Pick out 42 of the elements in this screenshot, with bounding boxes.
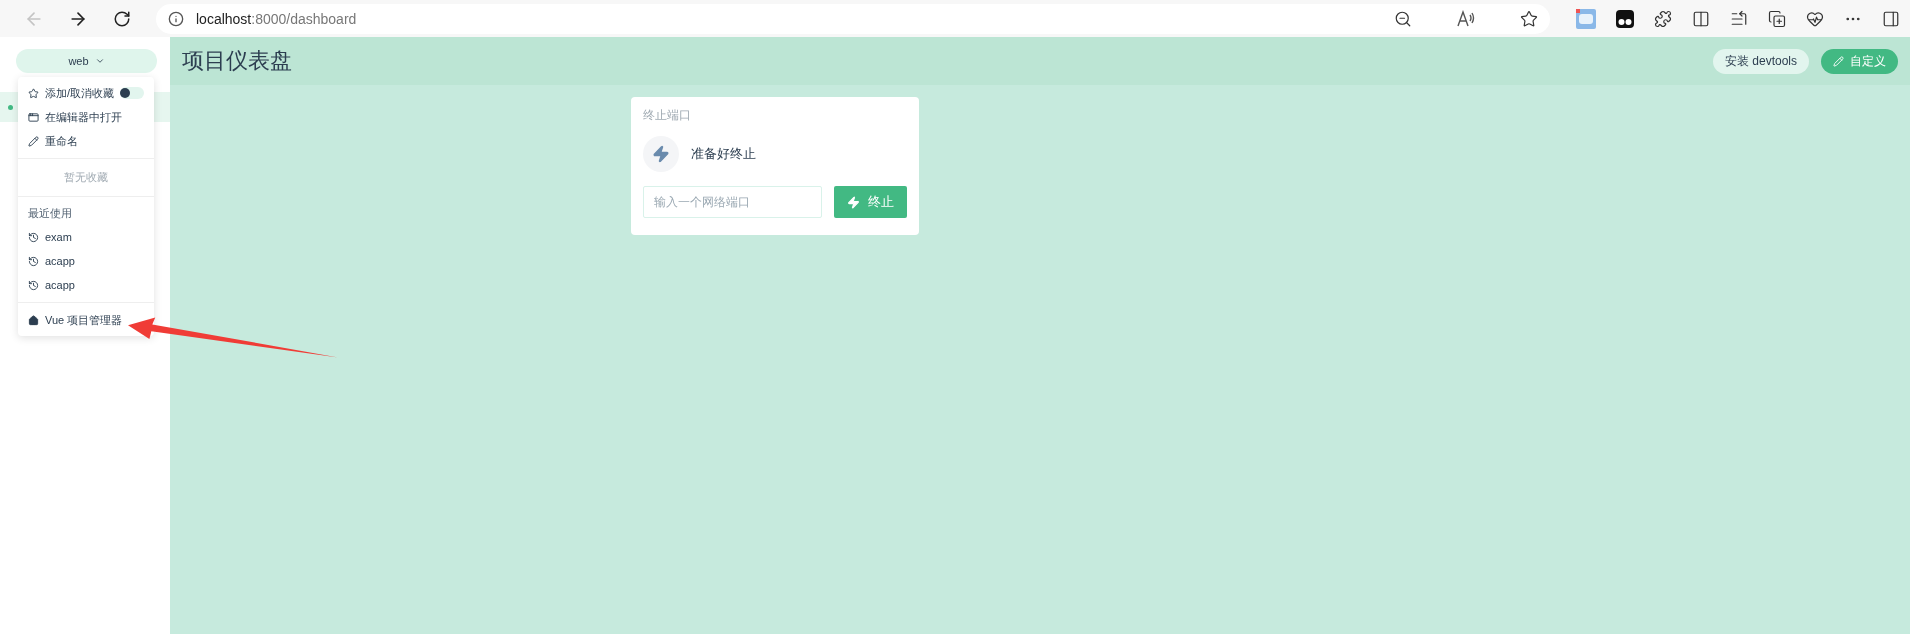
favorite-toggle[interactable]: [120, 87, 144, 99]
install-button[interactable]: 安装 devtools: [1712, 48, 1809, 74]
split-screen-icon[interactable]: [1692, 9, 1710, 28]
recent-project-item[interactable]: acapp: [18, 249, 154, 273]
history-icon: [28, 231, 39, 243]
menu-item[interactable]: 重命名: [18, 129, 154, 153]
widget-title: 终止端口: [643, 107, 692, 124]
pencil-icon: [1833, 55, 1844, 67]
page-title: 项目仪表盘: [182, 47, 293, 75]
favorite-star-icon[interactable]: [1520, 9, 1538, 28]
lightning-icon: [652, 145, 670, 163]
read-aloud-icon[interactable]: [1456, 9, 1476, 28]
favorites-icon[interactable]: [1730, 9, 1748, 28]
address-bar[interactable]: localhost:8000/dashboard: [156, 3, 1550, 34]
status-text: 准备好终止: [691, 145, 756, 163]
history-icon: [28, 279, 39, 291]
menu-item[interactable]: 添加/取消收藏: [18, 81, 154, 105]
recent-heading: 最近使用: [27, 206, 73, 221]
menu-item[interactable]: 在编辑器中打开: [18, 105, 154, 129]
lightning-icon: [846, 195, 860, 209]
caret-icon: [94, 56, 105, 66]
recent-project-item[interactable]: exam: [18, 225, 154, 249]
empty-favorites-text: 暂无收藏: [63, 170, 109, 185]
collections-icon[interactable]: [1768, 9, 1786, 28]
status-dot: [8, 104, 13, 110]
home-menu-item[interactable]: Vue 项目管理器: [18, 308, 125, 332]
window-icon: [28, 111, 39, 123]
star-icon: [28, 87, 39, 99]
port-input-field[interactable]: 输入一个网络端口: [643, 186, 822, 218]
zoom-out-icon[interactable]: [1394, 9, 1412, 28]
pencil-icon: [28, 135, 39, 147]
info-icon[interactable]: [168, 10, 184, 27]
home-icon: [28, 314, 39, 326]
health-icon[interactable]: [1806, 9, 1824, 28]
extensions-icon[interactable]: [1654, 9, 1672, 28]
history-icon: [28, 255, 39, 267]
project-switcher[interactable]: web: [16, 49, 157, 73]
reload-icon: [113, 9, 131, 28]
recent-project-item[interactable]: acapp: [18, 273, 154, 297]
sidebar-icon[interactable]: [1882, 9, 1900, 28]
extension-icon[interactable]: [1616, 9, 1634, 28]
url-text: localhost:8000/dashboard: [196, 10, 358, 27]
